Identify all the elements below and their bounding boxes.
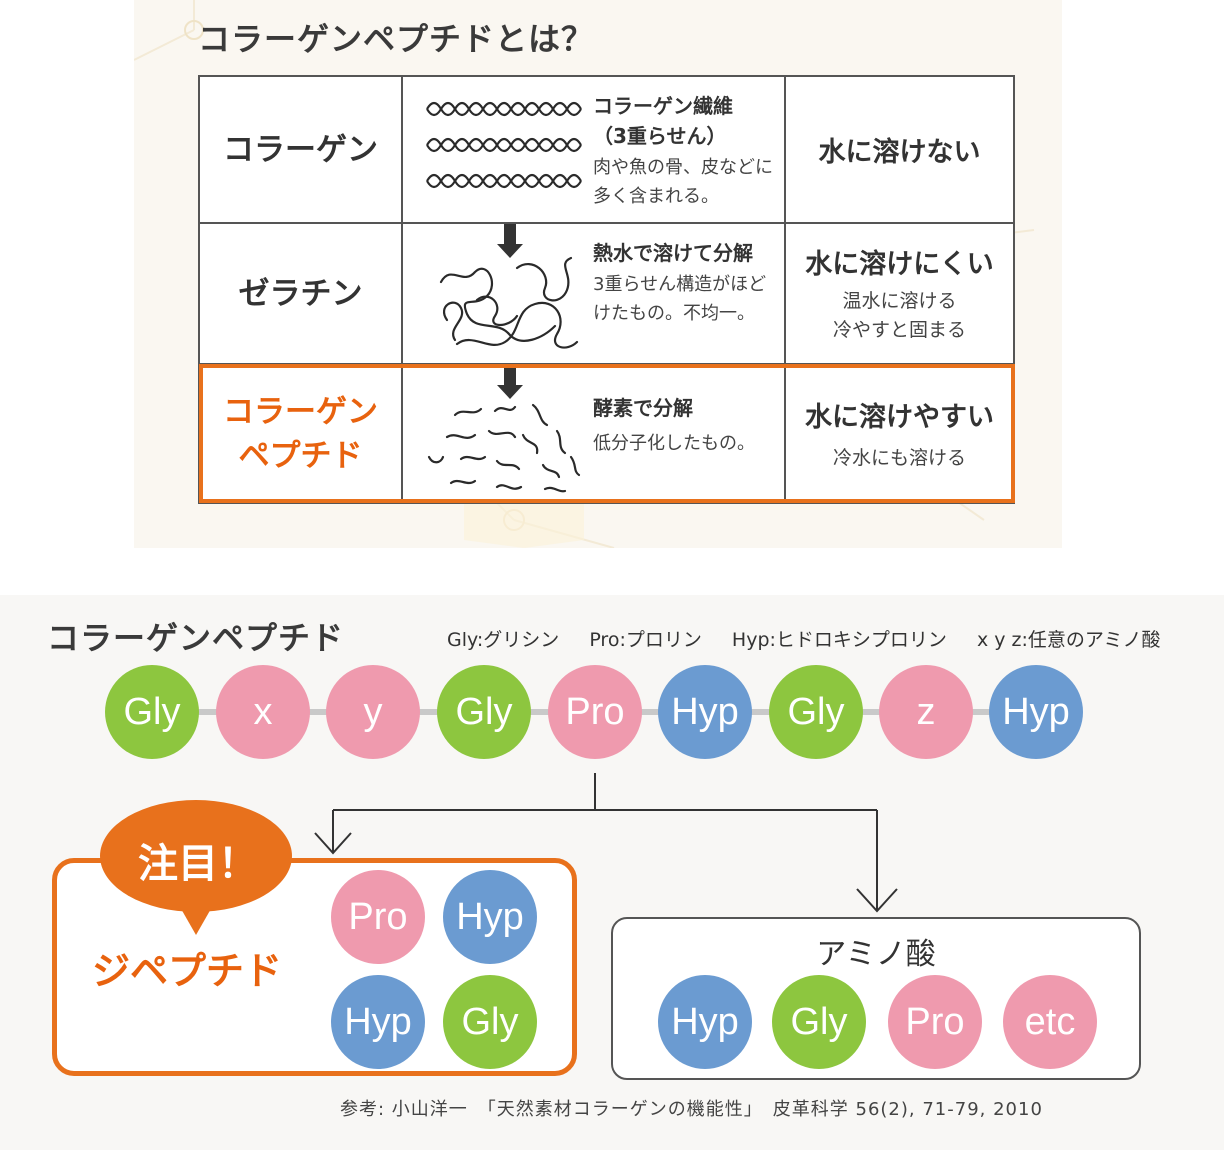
dipeptide-1-ball-1: Pro xyxy=(331,870,425,964)
peptide-desc-body: 低分子化したもの。 xyxy=(593,433,755,454)
dipeptide-2-ball-1: Hyp xyxy=(331,975,425,1069)
gelatin-description: 熱水で溶けて分解 3重らせん構造がほどけたもの。不均一。 xyxy=(593,238,783,328)
comparison-table: コラーゲン コラーゲン繊維 （3重らせん） 肉や魚の骨、皮などに多く含まれる。 xyxy=(198,75,1015,504)
peptide-fragments-illustration xyxy=(427,365,581,493)
dipeptide-2-ball-2: Gly xyxy=(443,975,537,1069)
collagen-desc-heading-1: コラーゲン繊維 xyxy=(593,94,733,118)
peptide-desc-heading: 酵素で分解 xyxy=(593,396,693,420)
attention-label: 注目！ xyxy=(138,841,258,887)
bottom-panel: コラーゲンペプチド Gly:グリシン Pro:プロリン Hyp:ヒドロキシプロリ… xyxy=(0,595,1224,1150)
gelatin-solubility-note-2: 冷やすと固まる xyxy=(832,319,966,341)
triple-helix-illustration xyxy=(426,101,582,189)
amino-ball-pro: Pro xyxy=(888,975,982,1069)
peptide-description: 酵素で分解 低分子化したもの。 xyxy=(593,393,783,458)
gelatin-solubility-cell: 水に溶けにくい 温水に溶ける 冷やすと固まる xyxy=(786,224,1013,363)
amino-ball-etc: etc xyxy=(1003,975,1097,1069)
gelatin-desc-heading: 熱水で溶けて分解 xyxy=(593,241,753,265)
collagen-solubility-cell: 水に溶けない xyxy=(786,77,1013,222)
amino-ball-hyp: Hyp xyxy=(658,975,752,1069)
peptide-name-line-1: コラーゲン xyxy=(223,393,378,430)
collagen-solubility: 水に溶けない xyxy=(818,137,981,168)
collagen-name: コラーゲン xyxy=(223,131,378,168)
peptide-solubility: 水に溶けやすい xyxy=(805,401,994,433)
peptide-solubility-cell: 水に溶けやすい 冷水にも溶ける xyxy=(786,365,1013,502)
amino-ball-gly: Gly xyxy=(772,975,866,1069)
gelatin-name-cell: ゼラチン xyxy=(200,224,403,363)
table-row-collagen-peptide: コラーゲン ペプチド 酵素で分解 低分子化したもの。 水に溶けやすい 冷水にも溶… xyxy=(200,365,1013,502)
collagen-desc-body: 肉や魚の骨、皮などに多く含まれる。 xyxy=(593,157,773,207)
collagen-description: コラーゲン繊維 （3重らせん） 肉や魚の骨、皮などに多く含まれる。 xyxy=(593,91,783,211)
collagen-name-cell: コラーゲン xyxy=(200,77,403,222)
peptide-description-cell: 酵素で分解 低分子化したもの。 xyxy=(403,365,786,502)
top-title: コラーゲンペプチドとは？ xyxy=(198,20,595,58)
collagen-desc-heading-2: （3重らせん） xyxy=(593,124,727,148)
table-row-gelatin: ゼラチン 熱水で溶けて分解 3重らせん構造がほどけたもの。不均一。 水に溶けにく… xyxy=(200,224,1013,365)
down-arrow-icon xyxy=(497,224,523,258)
peptide-name-line-2: ペプチド xyxy=(238,437,363,474)
down-arrow-icon xyxy=(497,365,523,399)
peptide-name-cell: コラーゲン ペプチド xyxy=(200,365,403,502)
gelatin-name: ゼラチン xyxy=(238,275,363,312)
gelatin-description-cell: 熱水で溶けて分解 3重らせん構造がほどけたもの。不均一。 xyxy=(403,224,786,363)
table-row-collagen: コラーゲン コラーゲン繊維 （3重らせん） 肉や魚の骨、皮などに多く含まれる。 xyxy=(200,77,1013,224)
gelatin-solubility-note-1: 温水に溶ける xyxy=(842,290,957,312)
peptide-solubility-note: 冷水にも溶ける xyxy=(832,446,966,469)
dipeptide-label: ジペプチド xyxy=(92,949,283,993)
peptide-name: コラーゲン ペプチド xyxy=(223,390,378,478)
dipeptide-1-ball-2: Hyp xyxy=(443,870,537,964)
reference-citation: 参考: 小山洋一 「天然素材コラーゲンの機能性」 皮革科学 56(2), 71-… xyxy=(340,1099,1043,1120)
gelatin-solubility: 水に溶けにくい xyxy=(805,249,994,280)
gelatin-desc-body: 3重らせん構造がほどけたもの。不均一。 xyxy=(593,274,767,324)
amino-acid-title: アミノ酸 xyxy=(816,937,936,972)
collagen-description-cell: コラーゲン繊維 （3重らせん） 肉や魚の骨、皮などに多く含まれる。 xyxy=(403,77,786,222)
gelatin-illustration xyxy=(439,224,579,349)
